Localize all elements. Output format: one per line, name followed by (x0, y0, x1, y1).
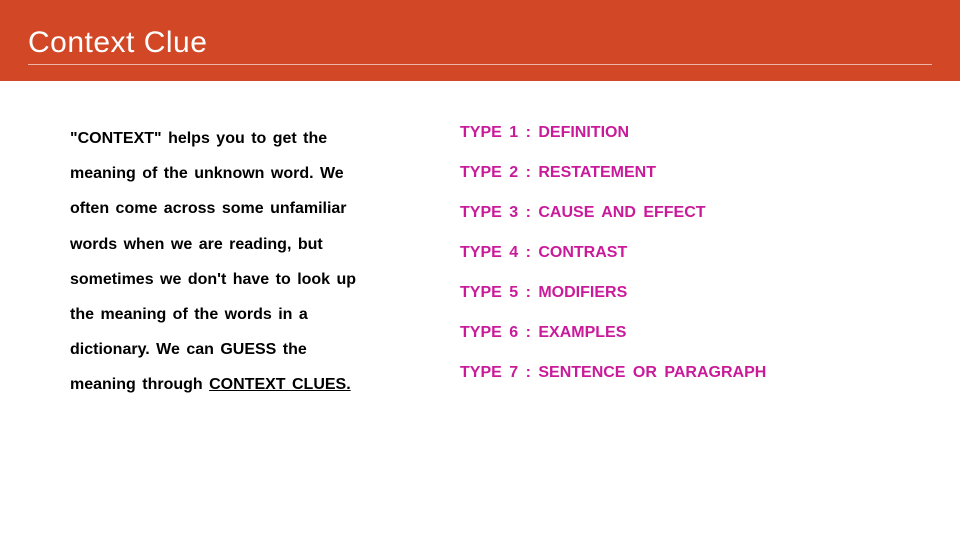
type-item-4: TYPE 4 : CONTRAST (460, 245, 932, 261)
type-item-6: TYPE 6 : EXAMPLES (460, 325, 932, 341)
slide-content: "CONTEXT" helps you to get the meaning o… (0, 81, 960, 425)
slide-header: Context Clue (0, 0, 960, 81)
paragraph-block: "CONTEXT" helps you to get the meaning o… (70, 121, 370, 405)
type-item-3: TYPE 3 : CAUSE AND EFFECT (460, 205, 932, 221)
type-item-2: TYPE 2 : RESTATEMENT (460, 165, 932, 181)
type-item-5: TYPE 5 : MODIFIERS (460, 285, 932, 301)
paragraph-underlined: CONTEXT CLUES. (209, 376, 351, 393)
slide-title: Context Clue (28, 26, 932, 65)
paragraph-prefix: "CONTEXT" helps you to get the meaning o… (70, 130, 356, 393)
type-item-7: TYPE 7 : SENTENCE OR PARAGRAPH (460, 365, 932, 381)
type-item-1: TYPE 1 : DEFINITION (460, 125, 932, 141)
types-list: TYPE 1 : DEFINITION TYPE 2 : RESTATEMENT… (460, 121, 932, 405)
